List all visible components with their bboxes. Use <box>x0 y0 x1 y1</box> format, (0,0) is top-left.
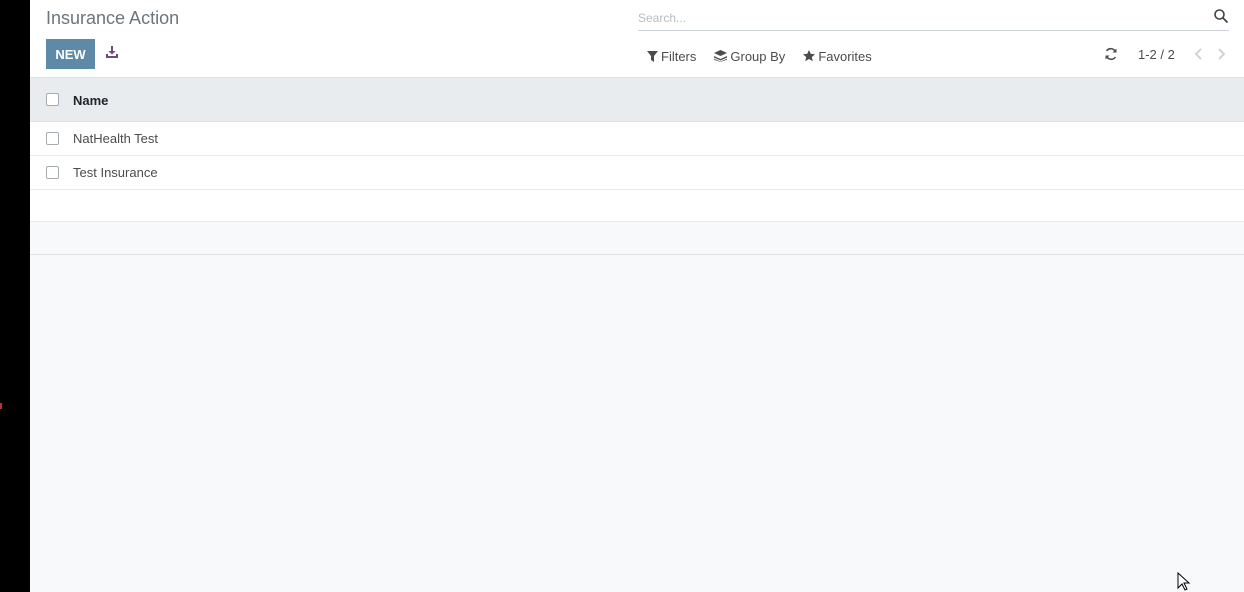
layers-icon <box>714 50 728 62</box>
left-strip-mark <box>0 403 2 409</box>
search-bar <box>638 4 1229 31</box>
mouse-cursor-icon <box>1177 572 1191 591</box>
chevron-right-icon[interactable] <box>1215 47 1227 61</box>
pager-value[interactable]: 1-2 / 2 <box>1138 47 1175 62</box>
control-panel: Insurance Action NEW Filters Group By <box>30 0 1244 78</box>
favorites-label: Favorites <box>818 48 872 64</box>
groupby-label: Group By <box>730 48 786 64</box>
table-row[interactable]: NatHealth Test <box>30 122 1244 156</box>
groupby-button[interactable]: Group By <box>714 46 785 66</box>
download-icon <box>106 46 118 58</box>
row-checkbox[interactable] <box>46 132 59 145</box>
new-button[interactable]: NEW <box>46 39 95 69</box>
empty-row <box>30 190 1244 222</box>
table-footer <box>30 222 1244 255</box>
page-title: Insurance Action <box>46 8 180 28</box>
search-icon[interactable] <box>1213 8 1229 24</box>
filters-label: Filters <box>661 48 697 64</box>
list-table: Name NatHealth Test Test Insurance <box>30 78 1244 255</box>
search-options: Filters Group By Favorites <box>647 46 872 66</box>
filters-button[interactable]: Filters <box>647 46 696 66</box>
table-header: Name <box>30 78 1244 122</box>
cell-name[interactable]: Test Insurance <box>73 165 158 180</box>
filter-icon <box>647 50 658 62</box>
search-input[interactable] <box>638 8 1198 28</box>
select-all-checkbox[interactable] <box>46 93 59 106</box>
favorites-button[interactable]: Favorites <box>803 46 872 66</box>
pager: 1-2 / 2 <box>1104 44 1237 64</box>
star-icon <box>803 50 816 62</box>
app-main: Insurance Action NEW Filters Group By <box>30 0 1244 592</box>
chevron-left-icon[interactable] <box>1193 47 1205 61</box>
cell-name[interactable]: NatHealth Test <box>73 131 158 146</box>
column-header-name[interactable]: Name <box>73 93 108 108</box>
left-strip <box>0 0 30 592</box>
reload-icon[interactable] <box>1104 47 1118 61</box>
table-row[interactable]: Test Insurance <box>30 156 1244 190</box>
row-checkbox[interactable] <box>46 166 59 179</box>
export-button[interactable] <box>104 43 120 61</box>
